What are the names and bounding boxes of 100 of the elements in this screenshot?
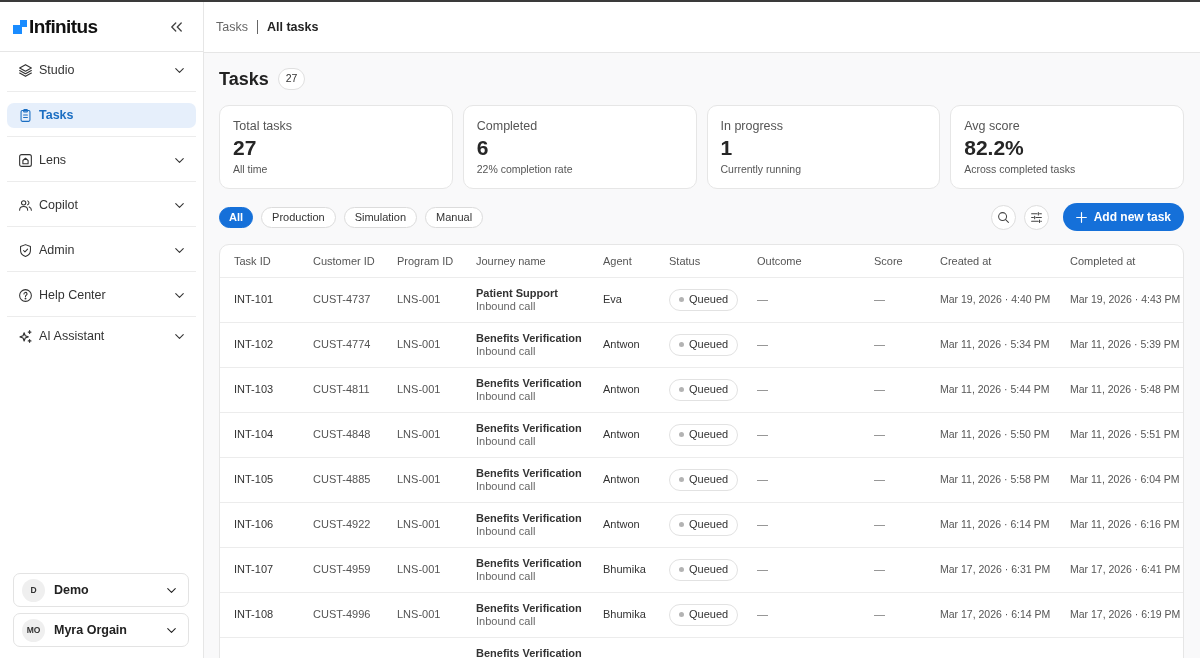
table-cell: CUST-4959 [299, 547, 383, 592]
table-cell: LNS-001 [383, 412, 462, 457]
table-cell: LNS-001 [383, 367, 462, 412]
table-cell: LNS-001 [383, 277, 462, 322]
table-cell: CUST-4922 [299, 502, 383, 547]
task-count: 27 [277, 68, 306, 90]
table-cell: Mar 11, 2026 · 5:51 PM [1056, 412, 1183, 457]
sidebar-item[interactable]: Tasks [7, 103, 196, 128]
table-cell: Mar 19, 2026 · 4:40 PM [926, 277, 1056, 322]
call-type: Inbound call [476, 299, 537, 313]
table-cell: Bhumika [589, 592, 655, 637]
status-text: Queued [689, 427, 729, 443]
table-cell: Mar 11, 2026 · 5:39 PM [1056, 322, 1183, 367]
call-type: Inbound call [476, 389, 537, 403]
call-type: Inbound call [476, 524, 537, 538]
plus-icon [1075, 211, 1087, 223]
status-dot-icon [679, 297, 684, 302]
table-cell: Mar 17, 2026 · 6:14 PM [926, 592, 1056, 637]
status-dot-icon [679, 477, 684, 482]
initials-avatar: MO [22, 618, 45, 642]
sidebar-item[interactable]: Lens [7, 148, 196, 173]
sidebar-item[interactable]: Copilot [7, 193, 196, 218]
table-cell: Mar 11, 2026 · 6:04 PM [1056, 457, 1183, 502]
layers-icon [19, 64, 32, 77]
status-dot-icon [679, 612, 684, 617]
table-cell: CUST-4737 [299, 277, 383, 322]
table-cell: LNS-001 [383, 322, 462, 367]
filter-chip[interactable]: All [219, 206, 254, 228]
stat-note: 22% completion rate [476, 162, 574, 177]
table-cell: Mar 11, 2026 · 5:48 PM [1056, 367, 1183, 412]
sidebar-item[interactable]: Admin [7, 238, 196, 263]
column-header: Agent [589, 245, 655, 277]
filter-chip[interactable]: Manual [425, 206, 484, 228]
journey-name: Benefits Verification [476, 331, 583, 345]
account-selector[interactable]: D Demo [13, 573, 189, 607]
users-icon [19, 199, 32, 212]
table-cell: LNS-001 [383, 457, 462, 502]
journey-name: Patient Support [476, 286, 559, 300]
table-cell: — [743, 277, 860, 322]
journey-name: Benefits Verification [476, 376, 583, 390]
add-task-button[interactable]: Add new task [1062, 203, 1184, 231]
table-cell: Mar 11, 2026 · 6:14 PM [926, 502, 1056, 547]
status-text: Queued [689, 562, 729, 578]
journey-name: Benefits Verification [476, 421, 583, 435]
table-cell: Antwon [589, 502, 655, 547]
table-cell: Mar 11, 2026 · 5:58 PM [926, 457, 1056, 502]
stat-value: 82.2% [964, 135, 1025, 161]
table-cell: — [860, 412, 926, 457]
table-cell: — [743, 322, 860, 367]
journey-name: Benefits Verification [476, 601, 583, 615]
table-cell: — [860, 367, 926, 412]
search-button[interactable] [990, 204, 1016, 230]
stat-note: All time [233, 162, 269, 177]
table-cell: — [743, 592, 860, 637]
call-type: Inbound call [476, 344, 537, 358]
chevron-down-icon [167, 627, 176, 633]
status-text: Queued [689, 337, 729, 353]
filter-settings-button[interactable] [1023, 204, 1049, 230]
stat-note: Currently running [720, 162, 803, 177]
account-selector[interactable]: MO Myra Orgain [13, 613, 189, 647]
table-cell: Antwon [589, 457, 655, 502]
table-cell: INT-106 [220, 502, 299, 547]
table-cell: Mar 11, 2026 · 5:34 PM [926, 322, 1056, 367]
sidebar-item[interactable]: AI Assistant [7, 324, 196, 349]
table-cell: — [743, 457, 860, 502]
page-title: Tasks [219, 68, 269, 91]
status-dot-icon [679, 342, 684, 347]
sidebar-item[interactable]: Studio [7, 58, 196, 83]
status-text: Queued [689, 517, 729, 533]
column-header: Program ID [383, 245, 462, 277]
table-cell: CUST-4774 [299, 322, 383, 367]
filter-chip[interactable]: Simulation [343, 206, 417, 228]
table-cell: Eva [589, 277, 655, 322]
table-cell: — [860, 322, 926, 367]
stat-label: In progress [720, 118, 785, 135]
breadcrumb-link[interactable]: Tasks [216, 17, 248, 37]
stat-value: 27 [233, 135, 258, 161]
table-cell: Mar 11, 2026 · 5:44 PM [926, 367, 1056, 412]
filter-chip[interactable]: Production [261, 206, 336, 228]
status-text: Queued [689, 472, 729, 488]
table-cell: Mar 17, 2026 · 6:41 PM [1056, 547, 1183, 592]
call-type: Inbound call [476, 614, 537, 628]
table-cell: Mar 11, 2026 · 6:16 PM [1056, 502, 1183, 547]
table-cell: — [860, 592, 926, 637]
stat-value: 1 [720, 135, 734, 161]
sidebar-item[interactable]: Help Center [7, 283, 196, 308]
column-header: Status [655, 245, 743, 277]
clipboard-icon [19, 109, 32, 122]
stat-label: Avg score [964, 118, 1021, 135]
table-cell: Mar 17, 2026 · 6:19 PM [1056, 592, 1183, 637]
table-cell: — [743, 367, 860, 412]
column-header: Customer ID [299, 245, 383, 277]
help-icon [19, 289, 32, 302]
shield-check-icon [19, 244, 32, 257]
table-cell: INT-108 [220, 592, 299, 637]
table-cell: CUST-4848 [299, 412, 383, 457]
chevron-down-icon [167, 587, 176, 593]
collapse-sidebar-button[interactable] [171, 21, 182, 32]
table-cell: — [860, 547, 926, 592]
double-chevron-left-icon [171, 21, 182, 32]
